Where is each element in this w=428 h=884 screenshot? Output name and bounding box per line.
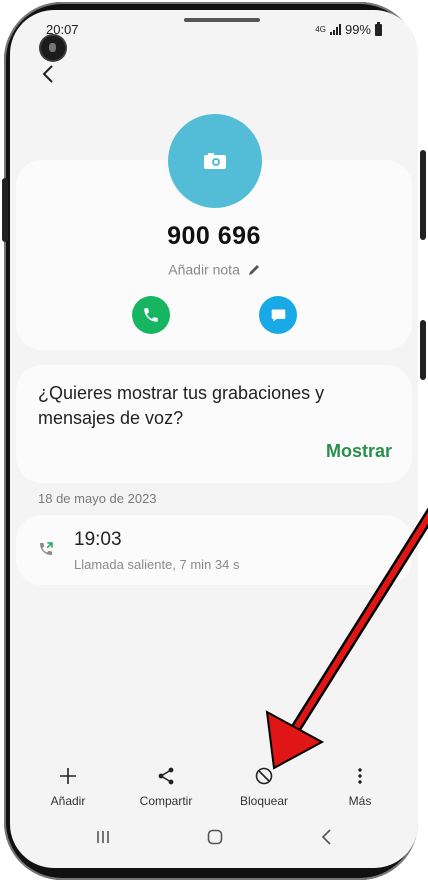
front-camera bbox=[41, 36, 65, 60]
pencil-icon bbox=[248, 265, 259, 276]
add-note-link[interactable]: Añadir nota bbox=[10, 260, 418, 277]
call-time: 19:03 bbox=[74, 529, 122, 550]
battery-percent: 99% bbox=[344, 22, 371, 37]
back-icon bbox=[321, 829, 331, 845]
screen: 20:07 4G 99% 900 696 Añadir nota ¿Quiere… bbox=[10, 10, 418, 868]
network-type: 4G bbox=[315, 24, 326, 34]
nav-back-button[interactable] bbox=[312, 826, 342, 848]
signal-icon bbox=[329, 24, 341, 35]
home-icon bbox=[207, 829, 223, 845]
block-icon bbox=[255, 767, 273, 785]
contact-avatar[interactable] bbox=[168, 114, 262, 208]
block-button[interactable]: Bloquear bbox=[216, 762, 312, 818]
system-navigation-bar bbox=[10, 822, 418, 852]
bixby-button bbox=[420, 320, 426, 380]
share-label: Compartir bbox=[139, 794, 193, 808]
show-button[interactable]: Mostrar bbox=[326, 441, 392, 462]
chevron-left-icon bbox=[42, 65, 53, 83]
phone-icon bbox=[144, 308, 158, 322]
back-button[interactable] bbox=[36, 62, 60, 86]
power-button bbox=[420, 150, 426, 240]
message-button[interactable] bbox=[259, 296, 297, 334]
more-button[interactable]: Más bbox=[312, 762, 408, 818]
recent-apps-button[interactable] bbox=[88, 826, 118, 848]
share-icon bbox=[158, 767, 174, 785]
plus-icon bbox=[60, 768, 76, 784]
contact-number: 900 696 bbox=[167, 222, 261, 250]
history-date: 18 de mayo de 2023 bbox=[38, 491, 157, 506]
camera-icon bbox=[204, 153, 226, 169]
battery-icon bbox=[375, 21, 382, 36]
bottom-toolbar: Añadir Compartir Bloquear Más bbox=[10, 762, 418, 818]
recent-apps-icon bbox=[97, 831, 109, 843]
block-label: Bloquear bbox=[239, 794, 289, 808]
more-label: Más bbox=[348, 794, 372, 808]
message-icon bbox=[271, 309, 285, 321]
voice-recordings-card: ¿Quieres mostrar tus grabaciones y mensa… bbox=[16, 365, 412, 483]
volume-button bbox=[2, 178, 8, 242]
call-button[interactable] bbox=[132, 296, 170, 334]
add-label: Añadir bbox=[50, 794, 86, 808]
call-detail: Llamada saliente, 7 min 34 s bbox=[74, 557, 240, 572]
call-log-item[interactable]: 19:03 Llamada saliente, 7 min 34 s bbox=[16, 515, 412, 585]
outgoing-call-icon bbox=[40, 542, 53, 555]
status-bar: 20:07 4G 99% bbox=[10, 21, 418, 44]
share-button[interactable]: Compartir bbox=[118, 762, 214, 818]
voice-prompt-text: ¿Quieres mostrar tus grabaciones y mensa… bbox=[38, 383, 325, 428]
home-button[interactable] bbox=[200, 826, 230, 848]
add-note-label: Añadir nota bbox=[168, 261, 240, 278]
status-time: 20:07 bbox=[46, 22, 79, 37]
status-indicators: 4G 99% bbox=[315, 21, 382, 37]
add-button[interactable]: Añadir bbox=[20, 762, 116, 818]
more-vertical-icon bbox=[358, 768, 362, 784]
